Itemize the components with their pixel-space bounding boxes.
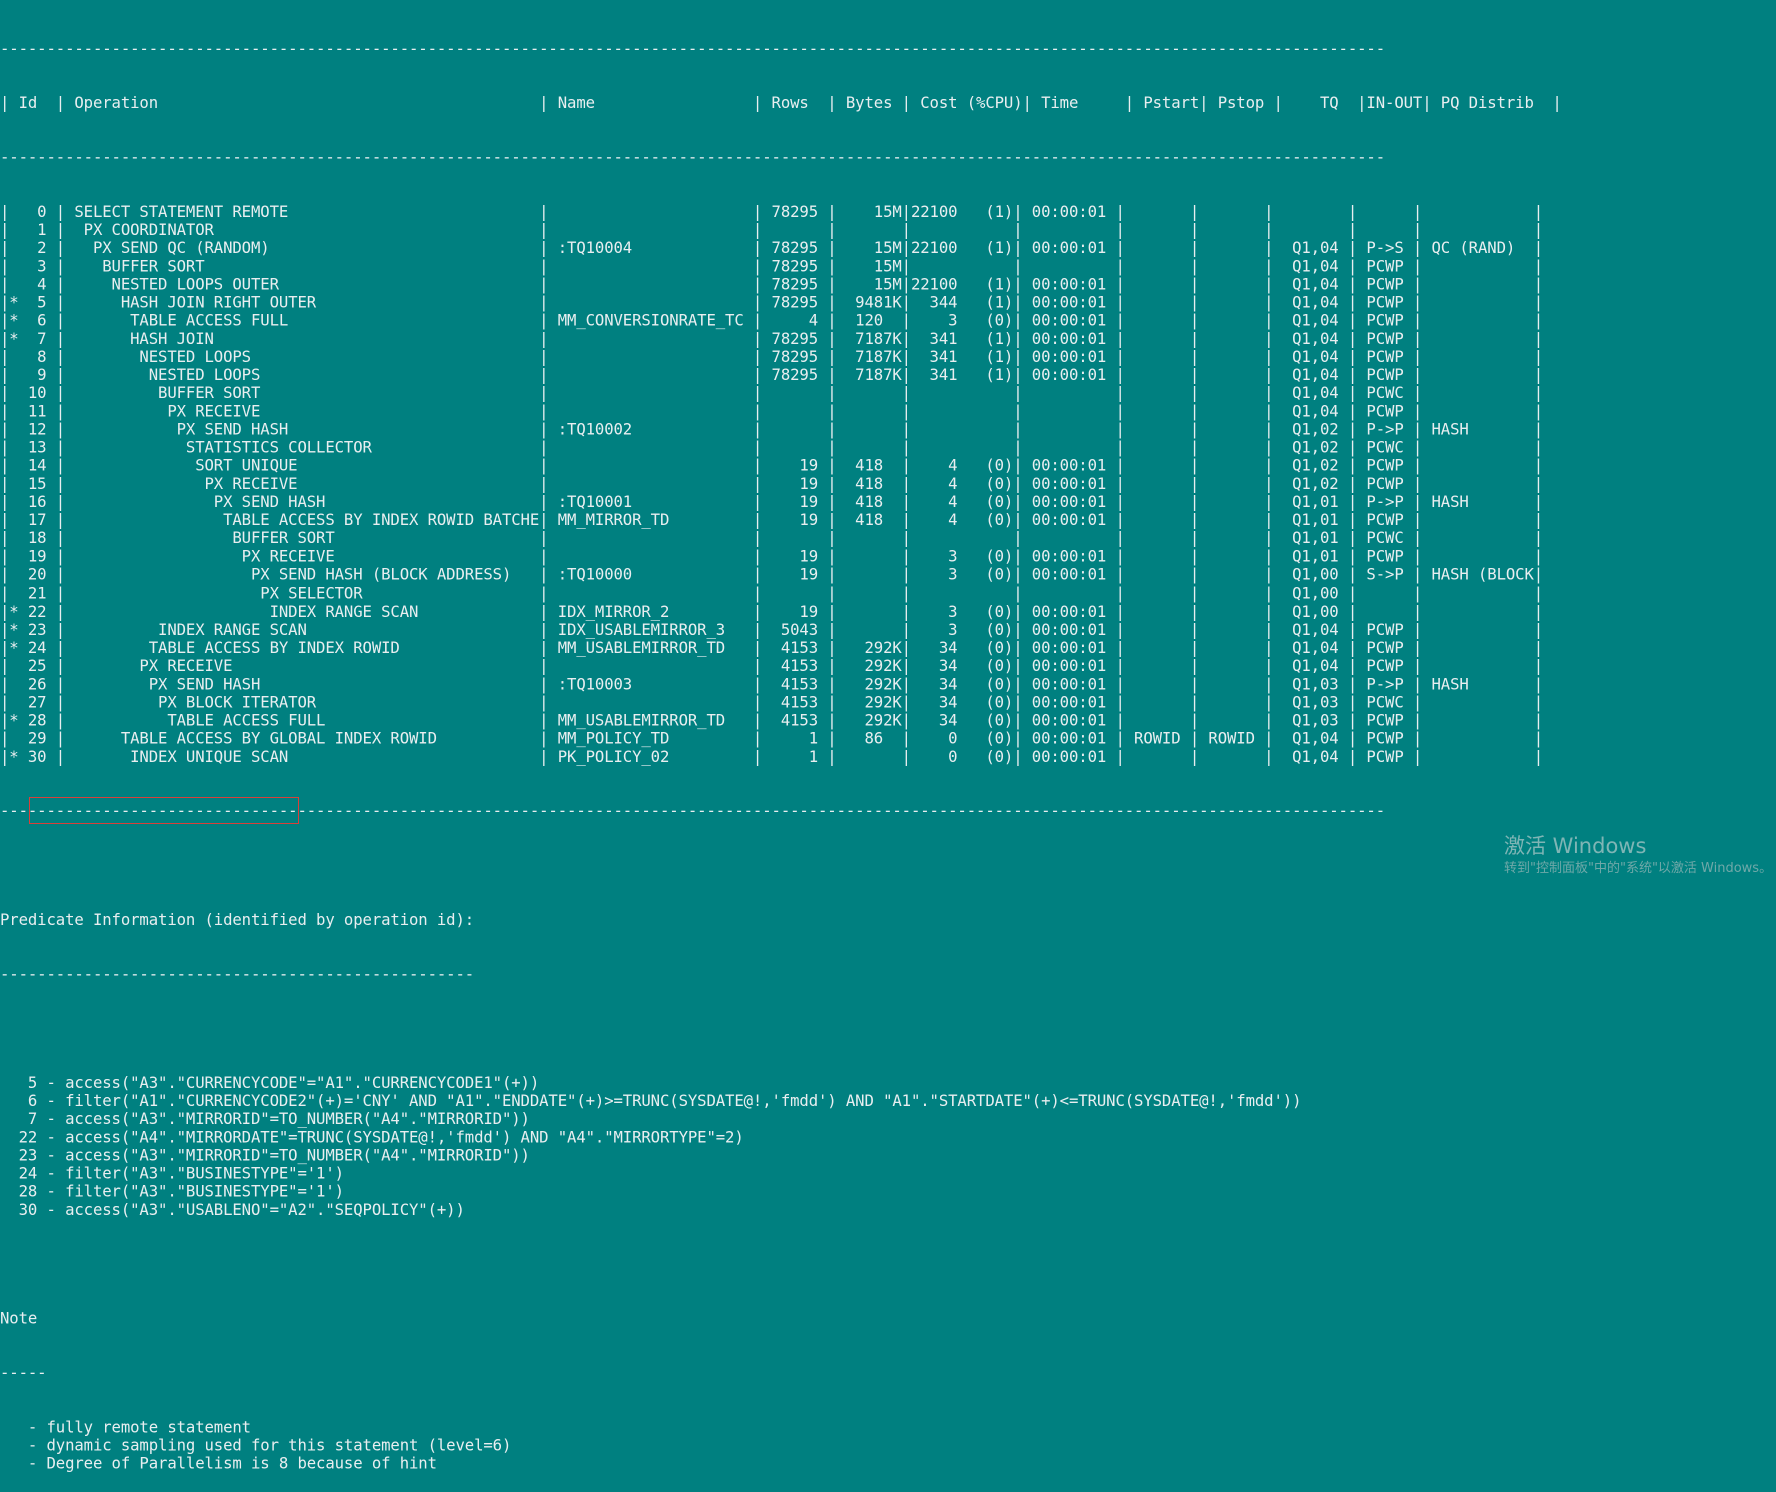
plan-header-row: | Id | Operation | Name | Rows | Bytes |… xyxy=(0,94,1562,113)
plan-row: | 27 | PX BLOCK ITERATOR | | 4153 | 292K… xyxy=(0,693,1544,712)
plan-row: | 18 | BUFFER SORT | | | | | | | | Q1,01… xyxy=(0,530,1544,549)
plan-row: | 17 | TABLE ACCESS BY INDEX ROWID BATCH… xyxy=(0,511,1544,531)
plan-row: | 9 | NESTED LOOPS | | 78295 | 7187K| 34… xyxy=(0,366,1544,385)
predicate-line: 6 - filter("A1"."CURRENCYCODE2"(+)='CNY'… xyxy=(0,1092,1302,1111)
plan-row: |* 6 | TABLE ACCESS FULL | MM_CONVERSION… xyxy=(0,312,1544,331)
plan-row: | 29 | TABLE ACCESS BY GLOBAL INDEX ROWI… xyxy=(0,729,1544,748)
predicate-line: 24 - filter("A3"."BUSINESTYPE"='1') xyxy=(0,1165,344,1184)
predicate-list: 5 - access("A3"."CURRENCYCODE"="A1"."CUR… xyxy=(0,1074,1562,1219)
note-underline: ----- xyxy=(0,1364,47,1383)
predicate-line: 28 - filter("A3"."BUSINESTYPE"='1') xyxy=(0,1183,344,1202)
plan-row: | 26 | PX SEND HASH | :TQ10003 | 4153 | … xyxy=(0,675,1544,694)
predicate-line: 7 - access("A3"."MIRRORID"=TO_NUMBER("A4… xyxy=(0,1110,530,1129)
plan-row: | 19 | PX RECEIVE | | 19 | | 3 (0)| 00:0… xyxy=(0,548,1544,567)
plan-row: | 1 | PX COORDINATOR | | | | | | | | | |… xyxy=(0,221,1544,240)
dash-line: ----------------------------------------… xyxy=(0,40,1386,59)
predicate-line: 23 - access("A3"."MIRRORID"=TO_NUMBER("A… xyxy=(0,1146,530,1165)
plan-row: | 12 | PX SEND HASH | :TQ10002 | | | | |… xyxy=(0,421,1544,440)
plan-table-body: | 0 | SELECT STATEMENT REMOTE | | 78295 … xyxy=(0,204,1562,766)
predicate-underline: ----------------------------------------… xyxy=(0,965,475,984)
plan-row: | 13 | STATISTICS COLLECTOR | | | | | | … xyxy=(0,439,1544,458)
plan-row: | 8 | NESTED LOOPS | | 78295 | 7187K| 34… xyxy=(0,348,1544,367)
plan-row: |* 5 | HASH JOIN RIGHT OUTER | | 78295 |… xyxy=(0,294,1544,313)
predicate-line: 22 - access("A4"."MIRRORDATE"=TRUNC(SYSD… xyxy=(0,1128,744,1147)
plan-row: |* 24 | TABLE ACCESS BY INDEX ROWID | MM… xyxy=(0,638,1544,658)
predicate-line: 5 - access("A3"."CURRENCYCODE"="A1"."CUR… xyxy=(0,1074,540,1093)
note-line: - Degree of Parallelism is 8 because of … xyxy=(0,1455,437,1474)
plan-row: | 11 | PX RECEIVE | | | | | | | | Q1,04 … xyxy=(0,403,1544,422)
plan-row: | 0 | SELECT STATEMENT REMOTE | | 78295 … xyxy=(0,203,1544,222)
activate-windows-title: 激活 Windows xyxy=(1504,834,1647,858)
plan-row: | 14 | SORT UNIQUE | | 19 | 418 | 4 (0)|… xyxy=(0,457,1544,476)
sqlplus-console: ----------------------------------------… xyxy=(0,4,1562,1492)
plan-row: |* 22 | INDEX RANGE SCAN | IDX_MIRROR_2 … xyxy=(0,602,1544,621)
predicate-title: Predicate Information (identified by ope… xyxy=(0,911,475,930)
plan-row: | 20 | PX SEND HASH (BLOCK ADDRESS) | :T… xyxy=(0,566,1544,585)
plan-row: |* 28 | TABLE ACCESS FULL | MM_USABLEMIR… xyxy=(0,711,1544,730)
plan-row: | 3 | BUFFER SORT | | 78295 | 15M| | | |… xyxy=(0,257,1544,277)
dash-line: ----------------------------------------… xyxy=(0,149,1386,168)
plan-row: | 2 | PX SEND QC (RANDOM) | :TQ10004 | 7… xyxy=(0,239,1544,258)
predicate-line: 30 - access("A3"."USABLENO"="A2"."SEQPOL… xyxy=(0,1201,465,1220)
dash-line: ----------------------------------------… xyxy=(0,802,1386,821)
note-list: - fully remote statement - dynamic sampl… xyxy=(0,1419,1562,1473)
plan-row: | 16 | PX SEND HASH | :TQ10001 | 19 | 41… xyxy=(0,493,1544,512)
note-line: - dynamic sampling used for this stateme… xyxy=(0,1437,512,1456)
note-title: Note xyxy=(0,1310,38,1329)
plan-row: | 10 | BUFFER SORT | | | | | | | | Q1,04… xyxy=(0,384,1544,404)
plan-row: | 25 | PX RECEIVE | | 4153 | 292K| 34 (0… xyxy=(0,657,1544,676)
note-line: - fully remote statement xyxy=(0,1418,251,1438)
plan-row: | 15 | PX RECEIVE | | 19 | 418 | 4 (0)| … xyxy=(0,475,1544,494)
plan-row: |* 30 | INDEX UNIQUE SCAN | PK_POLICY_02… xyxy=(0,747,1544,766)
plan-row: |* 23 | INDEX RANGE SCAN | IDX_USABLEMIR… xyxy=(0,620,1544,639)
plan-row: |* 7 | HASH JOIN | | 78295 | 7187K| 341 … xyxy=(0,330,1544,349)
plan-row: | 4 | NESTED LOOPS OUTER | | 78295 | 15M… xyxy=(0,276,1544,295)
plan-row: | 21 | PX SELECTOR | | | | | | | | Q1,00… xyxy=(0,584,1544,603)
